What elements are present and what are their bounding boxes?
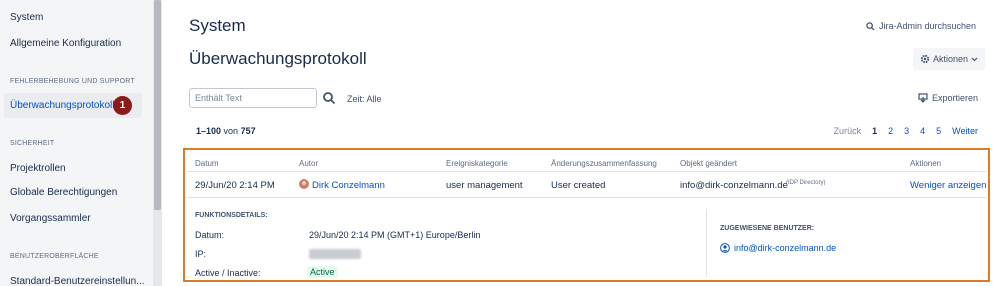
pagination-page-1: 1 (872, 126, 878, 136)
table-header-divider (187, 171, 986, 172)
sidebar-item-global-permissions[interactable]: Globale Berechtigungen (10, 187, 117, 198)
column-header-date[interactable]: Datum (195, 159, 219, 168)
search-icon (866, 21, 875, 31)
user-icon (720, 243, 730, 253)
column-header-object[interactable]: Objekt geändert (680, 159, 737, 168)
row-date: 29/Jun/20 2:14 PM (195, 180, 275, 191)
pagination: Zurück 1 2 3 4 5 Weiter (834, 126, 978, 136)
sidebar-scrollbar-thumb[interactable] (154, 0, 161, 210)
sidebar-item-general-configuration[interactable]: Allgemeine Konfiguration (10, 38, 121, 49)
row-object: info@dirk-conzelmann.de (680, 180, 788, 191)
show-less-link[interactable]: Weniger anzeigen (910, 180, 986, 191)
column-header-author[interactable]: Autor (299, 159, 318, 168)
results-count: 1–100 von 757 (196, 126, 256, 136)
details-divider (706, 209, 707, 276)
pagination-prev: Zurück (833, 126, 862, 136)
actions-label: Aktionen (932, 54, 969, 64)
column-header-summary[interactable]: Änderungszusammenfassung (551, 159, 657, 168)
sidebar-section-troubleshooting: FEHLERBEHEBUNG UND SUPPORT (10, 78, 135, 85)
audit-log-title: Überwachungsprotokoll (189, 49, 367, 68)
assigned-user-link[interactable]: info@dirk-conzelmann.de (720, 243, 836, 253)
detail-status-label: Active / Inactive: (195, 268, 261, 278)
assigned-user-email: info@dirk-conzelmann.de (734, 243, 837, 253)
column-header-actions: Aktionen (910, 159, 942, 168)
chevron-down-icon (971, 57, 978, 61)
page-title: System (189, 16, 246, 35)
export-label: Exportieren (931, 93, 978, 103)
pagination-page-4[interactable]: 4 (920, 126, 925, 136)
time-filter[interactable]: Zeit: Alle (347, 94, 382, 104)
row-summary: User created (551, 180, 606, 191)
pagination-page-3[interactable]: 3 (904, 126, 909, 136)
sidebar-section-security: SICHERHEIT (10, 140, 55, 147)
actions-dropdown-button[interactable]: Aktionen (913, 48, 985, 70)
detail-ip-label: IP: (195, 249, 207, 259)
results-range: 1–100 (196, 126, 222, 136)
detail-date-value: 29/Jun/20 2:14 PM (GMT+1) Europe/Berlin (309, 230, 481, 240)
pagination-page-2[interactable]: 2 (888, 126, 893, 136)
pagination-next[interactable]: Weiter (952, 126, 978, 136)
status-badge: Active (307, 266, 338, 278)
column-header-category[interactable]: Ereigniskategorie (446, 159, 508, 168)
row-object-source: (IDP Directory) (786, 180, 826, 186)
table-row-divider (187, 197, 986, 198)
results-of: von (223, 126, 239, 136)
assigned-users-heading: ZUGEWIESENE BENUTZER: (720, 225, 815, 232)
admin-search-label: Jira-Admin durchsuchen (878, 21, 976, 31)
sidebar-item-issue-collectors[interactable]: Vorgangssammler (10, 213, 91, 224)
search-icon[interactable] (322, 91, 336, 105)
export-icon (918, 93, 928, 103)
sidebar-section-user-interface: BENUTZEROBERFLÄCHE (10, 253, 99, 260)
function-details-heading: FUNKTIONSDETAILS: (195, 212, 268, 219)
sidebar-item-default-user-preferences[interactable]: Standard-Benutzereinstellun... (10, 276, 145, 286)
highlight-annotation-box (183, 148, 990, 282)
results-total: 757 (240, 126, 256, 136)
admin-search-link[interactable]: Jira-Admin durchsuchen (866, 21, 976, 31)
sidebar-item-audit-log[interactable]: Überwachungsprotokoll (10, 100, 115, 111)
gear-icon (920, 54, 930, 64)
detail-date-label: Datum: (195, 230, 225, 240)
row-author-link[interactable]: Dirk Conzelmann (312, 180, 385, 191)
sidebar-item-system[interactable]: System (10, 12, 43, 23)
step-badge: 1 (113, 96, 132, 115)
pagination-page-5[interactable]: 5 (936, 126, 941, 136)
search-input[interactable] (189, 88, 317, 108)
row-category: user management (446, 180, 523, 191)
avatar (299, 179, 309, 189)
sidebar-item-project-roles[interactable]: Projektrollen (10, 163, 66, 174)
export-button[interactable]: Exportieren (918, 93, 978, 103)
ip-value-redacted (309, 249, 361, 259)
